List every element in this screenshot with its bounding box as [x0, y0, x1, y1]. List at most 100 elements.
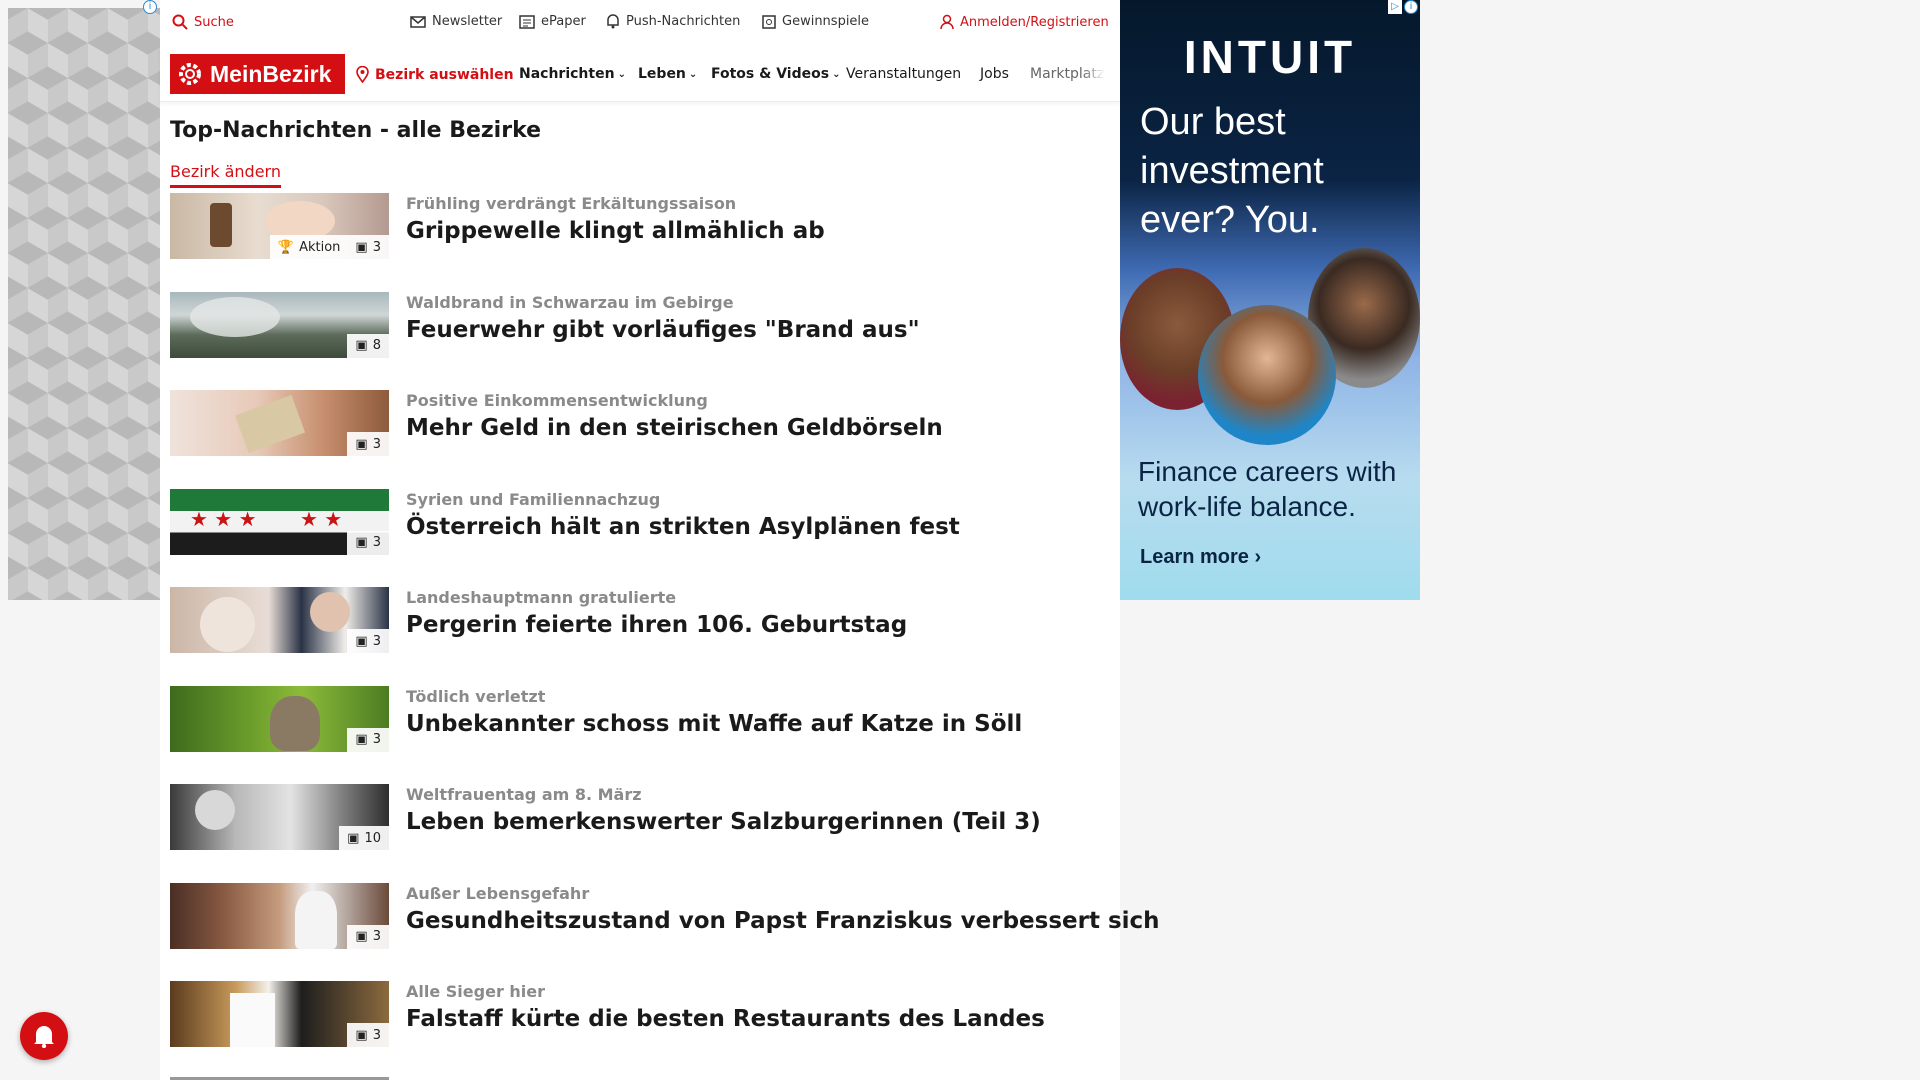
- nav-item-label: Marktplatz: [1030, 66, 1105, 82]
- photo-count: 3: [372, 732, 381, 747]
- badge-aktion: Aktion: [299, 239, 341, 255]
- ad-info-icon[interactable]: i: [143, 0, 157, 14]
- article-thumbnail[interactable]: ▣ 8: [170, 291, 389, 358]
- list-item[interactable]: ▣ 3 Landeshauptmann gratulierte Pergerin…: [170, 586, 1110, 685]
- article-kicker: Außer Lebensgefahr: [406, 883, 590, 903]
- article-kicker: Waldbrand in Schwarzau im Gebirge: [406, 292, 734, 312]
- article-headline[interactable]: Pergerin feierte ihren 106. Geburtstag: [406, 612, 907, 638]
- article-thumbnail[interactable]: 🏆 Aktion ▣ 3: [170, 193, 389, 259]
- list-item[interactable]: ▣ 3 Tödlich verletzt Unbekannter schoss …: [170, 685, 1110, 784]
- adchoices-icon[interactable]: ▷: [1388, 0, 1402, 14]
- chevron-down-icon: ⌄: [688, 68, 698, 80]
- image-icon: ▣: [355, 929, 368, 944]
- search-label: Suche: [194, 14, 234, 30]
- photo-count: 3: [372, 239, 381, 255]
- article-thumbnail[interactable]: ▣ 3: [170, 390, 389, 456]
- article-thumbnail[interactable]: ▣ 3: [170, 981, 389, 1047]
- push-label: Push-Nachrichten: [626, 14, 741, 29]
- mail-icon: [410, 15, 426, 28]
- nav-item-fotos-videos[interactable]: Fotos & Videos ⌄: [711, 66, 840, 82]
- article-kicker: Positive Einkommensentwicklung: [406, 391, 708, 410]
- bell-icon: [607, 14, 619, 29]
- chevron-down-icon: ⌄: [617, 68, 626, 80]
- photo-count: 3: [372, 929, 381, 944]
- bezirk-change-link[interactable]: Bezirk ändern: [170, 162, 281, 188]
- article-headline[interactable]: Leben bemerkenswerter Salzburgerinnen (T…: [406, 809, 1041, 835]
- chevron-down-icon: ⌄: [832, 68, 841, 80]
- article-headline[interactable]: Gesundheitszustand von Papst Franziskus …: [406, 908, 1160, 934]
- image-icon: ▣: [355, 338, 368, 353]
- bezirk-select-label: Bezirk auswählen: [375, 66, 514, 83]
- list-item[interactable]: ▣ 3 Alle Sieger hier Falstaff kürte die …: [170, 980, 1110, 1079]
- article-list: 🏆 Aktion ▣ 3 Frühling verdrängt Erkältun…: [170, 192, 1160, 1079]
- ad-info-icon[interactable]: i: [1404, 0, 1418, 14]
- gewinnspiele-label: Gewinnspiele: [782, 14, 870, 29]
- article-thumbnail[interactable]: ▣ 3: [170, 882, 389, 949]
- ad-subline: Finance careers with work-life balance.: [1138, 456, 1397, 522]
- image-icon: ▣: [355, 535, 368, 550]
- article-headline[interactable]: Österreich hält an strikten Asylplänen f…: [406, 514, 960, 540]
- bezirk-select-button[interactable]: Bezirk auswählen: [356, 66, 514, 83]
- push-notification-button[interactable]: [20, 1012, 68, 1060]
- ad-tagline: Our best investment ever? You.: [1140, 101, 1324, 241]
- ad-person-image: [1198, 305, 1336, 445]
- photo-badge: 🏆 Aktion ▣ 3: [269, 235, 389, 259]
- article-kicker: Alle Sieger hier: [406, 982, 546, 1001]
- nav-item-nachrichten[interactable]: Nachrichten ⌄: [519, 66, 626, 82]
- article-headline[interactable]: Grippewelle klingt allmählich ab: [406, 218, 825, 244]
- article-thumbnail[interactable]: ★ ★ ★ ★ ★ ▣ 3: [170, 488, 389, 555]
- nav-item-label: Fotos & Videos: [711, 66, 830, 82]
- image-icon: ▣: [355, 732, 368, 747]
- list-item[interactable]: ★ ★ ★ ★ ★ ▣ 3 Syrien und Familiennachzug…: [170, 488, 1110, 587]
- login-label: Anmelden/Registrieren: [960, 14, 1109, 30]
- search-icon: [172, 14, 188, 30]
- photo-count: 3: [372, 436, 381, 452]
- list-item[interactable]: ▣ 10 Weltfrauentag am 8. März Leben beme…: [170, 783, 1110, 882]
- article-headline[interactable]: Mehr Geld in den steirischen Geldbörseln: [406, 415, 943, 441]
- nav-item-marktplatz[interactable]: Marktplatz: [1030, 66, 1105, 82]
- main-navigation: MeinBezirk Bezirk auswählen Nachrichten …: [160, 46, 1120, 102]
- image-icon: ▣: [355, 239, 368, 255]
- login-link[interactable]: Anmelden/Registrieren: [940, 14, 1109, 30]
- image-icon: ▣: [347, 830, 360, 846]
- nav-item-leben[interactable]: Leben ⌄: [638, 66, 697, 82]
- article-headline[interactable]: Unbekannter schoss mit Waffe auf Katze i…: [406, 711, 1022, 737]
- search-link[interactable]: Suche: [172, 14, 234, 30]
- list-item[interactable]: ▣ 8 Waldbrand in Schwarzau im Gebirge Fe…: [170, 291, 1110, 390]
- list-item[interactable]: ▣ 3 Außer Lebensgefahr Gesundheitszustan…: [170, 882, 1160, 981]
- epaper-label: ePaper: [541, 14, 586, 29]
- nav-item-label: Veranstaltungen: [846, 66, 962, 82]
- photo-count: 3: [372, 535, 381, 550]
- article-thumbnail[interactable]: ▣ 10: [170, 784, 389, 850]
- article-thumbnail[interactable]: ▣ 3: [170, 685, 389, 752]
- photo-badge: ▣ 3: [347, 924, 389, 949]
- trophy-icon: 🏆: [277, 239, 295, 255]
- nav-item-veranstaltungen[interactable]: Veranstaltungen: [846, 66, 961, 82]
- article-headline[interactable]: Feuerwehr gibt vorläufiges "Brand aus": [406, 317, 920, 343]
- push-link[interactable]: Push-Nachrichten: [606, 14, 740, 29]
- list-item[interactable]: ▣ 3 Positive Einkommensentwicklung Mehr …: [170, 389, 1110, 488]
- article-thumbnail[interactable]: ▣ 3: [170, 587, 389, 653]
- bell-icon: [34, 1026, 54, 1048]
- photo-count: 10: [364, 830, 381, 846]
- photo-count: 8: [372, 338, 381, 353]
- article-headline[interactable]: Falstaff kürte die besten Restaurants de…: [406, 1006, 1045, 1032]
- photo-badge: ▣ 3: [347, 629, 389, 653]
- photo-badge: ▣ 3: [347, 1023, 389, 1047]
- article-kicker: Frühling verdrängt Erkältungssaison: [406, 194, 737, 213]
- epaper-link[interactable]: ePaper: [519, 14, 586, 29]
- gewinnspiele-link[interactable]: Gewinnspiele: [762, 14, 869, 29]
- prize-icon: [762, 14, 776, 29]
- site-logo[interactable]: MeinBezirk: [170, 54, 345, 94]
- article-kicker: Syrien und Familiennachzug: [406, 489, 661, 509]
- page-title: Top-Nachrichten - alle Bezirke: [170, 118, 542, 143]
- nav-item-jobs[interactable]: Jobs: [980, 66, 1009, 82]
- ad-learn-more-button[interactable]: Learn more ›: [1140, 546, 1261, 569]
- photo-badge: ▣ 8: [347, 333, 389, 358]
- list-item[interactable]: 🏆 Aktion ▣ 3 Frühling verdrängt Erkältun…: [170, 192, 1110, 291]
- right-banner-ad[interactable]: INTUIT Our best investment ever? You. Fi…: [1120, 0, 1420, 600]
- left-skyscraper-ad[interactable]: [8, 8, 160, 600]
- photo-badge: ▣ 3: [347, 432, 389, 456]
- newsletter-link[interactable]: Newsletter: [410, 14, 502, 29]
- article-kicker: Weltfrauentag am 8. März: [406, 785, 642, 804]
